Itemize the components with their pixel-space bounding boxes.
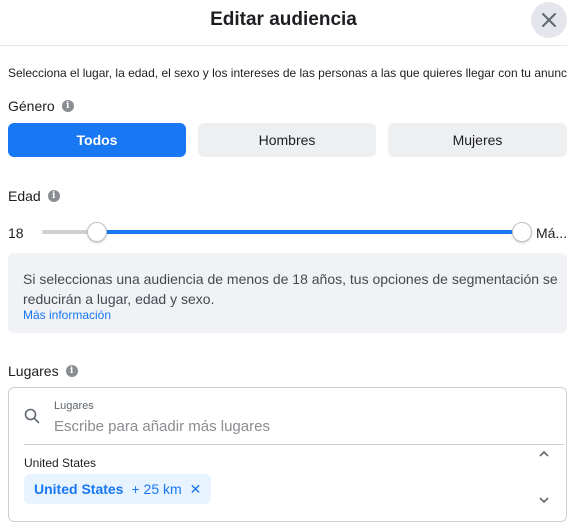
locations-section-label: Lugares i	[8, 363, 78, 379]
location-chip[interactable]: United States + 25 km ✕	[24, 474, 212, 504]
locations-search-input[interactable]	[54, 416, 514, 436]
locations-label: Lugares	[8, 363, 59, 379]
age-section-label: Edad i	[8, 188, 60, 204]
gender-women-button[interactable]: Mujeres	[388, 123, 567, 157]
info-icon[interactable]: i	[65, 365, 78, 377]
dialog-header: Editar audiencia	[0, 0, 567, 46]
gender-label: Género	[8, 98, 55, 114]
remove-location-icon[interactable]: ✕	[190, 481, 202, 498]
age-notice: Si seleccionas una audiencia de menos de…	[8, 253, 567, 333]
info-icon[interactable]: i	[47, 190, 60, 202]
close-button[interactable]	[531, 2, 567, 38]
locations-search-label: Lugares	[54, 400, 94, 412]
age-slider-range	[97, 230, 522, 234]
intro-text: Selecciona el lugar, la edad, el sexo y …	[8, 66, 567, 80]
close-icon	[542, 13, 556, 27]
age-min-handle[interactable]	[87, 222, 107, 242]
age-max-value: Má...	[536, 225, 567, 241]
chevron-down-icon	[539, 496, 549, 503]
gender-section-label: Género i	[8, 98, 74, 114]
more-info-link[interactable]: Más información	[23, 308, 111, 322]
chip-radius: + 25 km	[131, 481, 182, 497]
gender-men-button[interactable]: Hombres	[198, 123, 376, 157]
search-icon	[24, 408, 40, 424]
age-min-value: 18	[8, 225, 24, 241]
chevron-up-icon	[539, 450, 549, 457]
notice-text: Si seleccionas una audiencia de menos de…	[23, 271, 558, 307]
locations-box: Lugares United States United States + 25…	[8, 387, 567, 522]
age-max-handle[interactable]	[512, 222, 532, 242]
info-icon[interactable]: i	[61, 100, 74, 112]
scroll-up-button[interactable]	[537, 446, 551, 460]
gender-all-button[interactable]: Todos	[8, 123, 186, 157]
dialog-title: Editar audiencia	[210, 9, 357, 30]
chip-location-name: United States	[34, 481, 124, 497]
age-label: Edad	[8, 188, 41, 204]
scroll-down-button[interactable]	[537, 493, 551, 507]
country-label: United States	[24, 456, 97, 470]
divider	[24, 444, 564, 445]
